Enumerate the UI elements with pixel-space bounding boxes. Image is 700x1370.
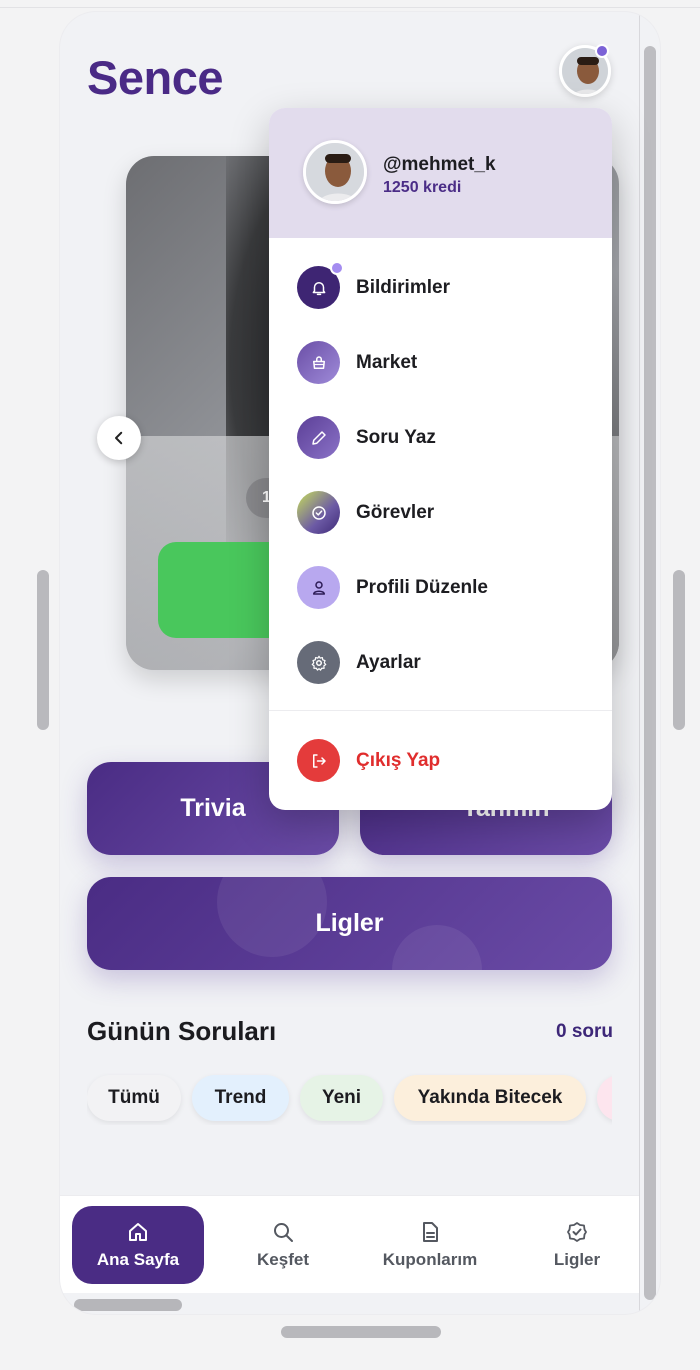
menu-item-edit-profile[interactable]: Profili Düzenle (269, 557, 612, 619)
filter-more[interactable] (597, 1075, 612, 1121)
menu-icon-wrap (297, 739, 340, 782)
nav-explore[interactable]: Keşfet (228, 1206, 338, 1284)
menu-avatar (303, 140, 367, 204)
menu-item-settings[interactable]: Ayarlar (269, 632, 612, 694)
menu-icon-wrap (297, 416, 340, 459)
chevron-left-icon (115, 431, 123, 445)
notification-badge (330, 261, 344, 275)
window-top-border (0, 7, 700, 8)
nav-coupons[interactable]: Kuponlarım (365, 1206, 495, 1284)
menu-divider (269, 710, 612, 711)
nav-home[interactable]: Ana Sayfa (72, 1206, 204, 1284)
filter-ending-soon[interactable]: Yakında Bitecek (394, 1075, 586, 1121)
gear-icon (311, 655, 326, 671)
profile-dropdown-menu: @mehmet_k 1250 kredi Bildirimler Market … (269, 108, 612, 810)
home-indicator[interactable] (281, 1326, 441, 1338)
badge-check-icon (567, 1222, 587, 1242)
menu-item-logout[interactable]: Çıkış Yap (269, 730, 612, 792)
search-icon (274, 1223, 293, 1242)
menu-item-tasks[interactable]: Görevler (269, 482, 612, 544)
pencil-icon (311, 430, 326, 445)
screen-edge (639, 12, 640, 1314)
menu-icon-wrap (297, 641, 340, 684)
decor-circle (392, 925, 482, 970)
nav-leagues[interactable]: Ligler (525, 1206, 629, 1284)
document-icon (423, 1222, 438, 1242)
filter-trend[interactable]: Trend (192, 1075, 289, 1121)
side-button-right (673, 570, 685, 730)
menu-item-label: Ayarlar (356, 652, 421, 673)
home-icon (129, 1223, 147, 1241)
notification-dot (595, 44, 609, 58)
nav-leagues-label: Ligler (553, 1250, 601, 1269)
horizontal-scrollbar[interactable] (74, 1299, 182, 1311)
bell-icon (312, 281, 325, 295)
nav-explore-label: Keşfet (257, 1250, 309, 1269)
menu-item-label: Soru Yaz (356, 427, 436, 448)
avatar (306, 143, 364, 201)
question-count: 0 soru (555, 1021, 613, 1042)
menu-icon-wrap (297, 566, 340, 609)
nav-home-label: Ana Sayfa (96, 1250, 180, 1269)
vertical-scrollbar[interactable] (644, 46, 656, 1300)
menu-username: @mehmet_k (383, 154, 496, 175)
menu-item-notifications[interactable]: Bildirimler (269, 257, 612, 319)
filter-all[interactable]: Tümü (87, 1075, 181, 1121)
filter-chips: Tümü Trend Yeni Yakında Bitecek (87, 1073, 612, 1125)
menu-item-label: Profili Düzenle (356, 577, 488, 598)
side-button-left (37, 570, 49, 730)
menu-credits: 1250 kredi (383, 179, 462, 196)
decor-circle (217, 877, 327, 957)
menu-header: @mehmet_k 1250 kredi (269, 108, 612, 238)
menu-icon-wrap (297, 491, 340, 534)
hero-prev-button[interactable] (97, 416, 141, 460)
logout-icon (312, 753, 326, 768)
bottom-nav: Ana Sayfa Keşfet Kuponlarım Ligler (60, 1195, 639, 1293)
app-title: Sence (87, 51, 223, 104)
check-circle-icon (311, 505, 326, 520)
menu-item-market[interactable]: Market (269, 332, 612, 394)
filter-new[interactable]: Yeni (300, 1075, 383, 1121)
menu-item-write-question[interactable]: Soru Yaz (269, 407, 612, 469)
nav-coupons-label: Kuponlarım (382, 1250, 478, 1269)
basket-icon (312, 355, 325, 369)
trivia-label: Trivia (180, 794, 246, 822)
menu-logout-label: Çıkış Yap (356, 750, 441, 771)
section-title: Günün Soruları (87, 1016, 277, 1046)
menu-icon-wrap (297, 341, 340, 384)
leagues-button[interactable]: Ligler (87, 877, 612, 970)
menu-item-label: Bildirimler (356, 277, 450, 298)
menu-item-label: Market (356, 352, 418, 373)
user-icon (312, 580, 325, 595)
menu-item-label: Görevler (356, 502, 435, 523)
